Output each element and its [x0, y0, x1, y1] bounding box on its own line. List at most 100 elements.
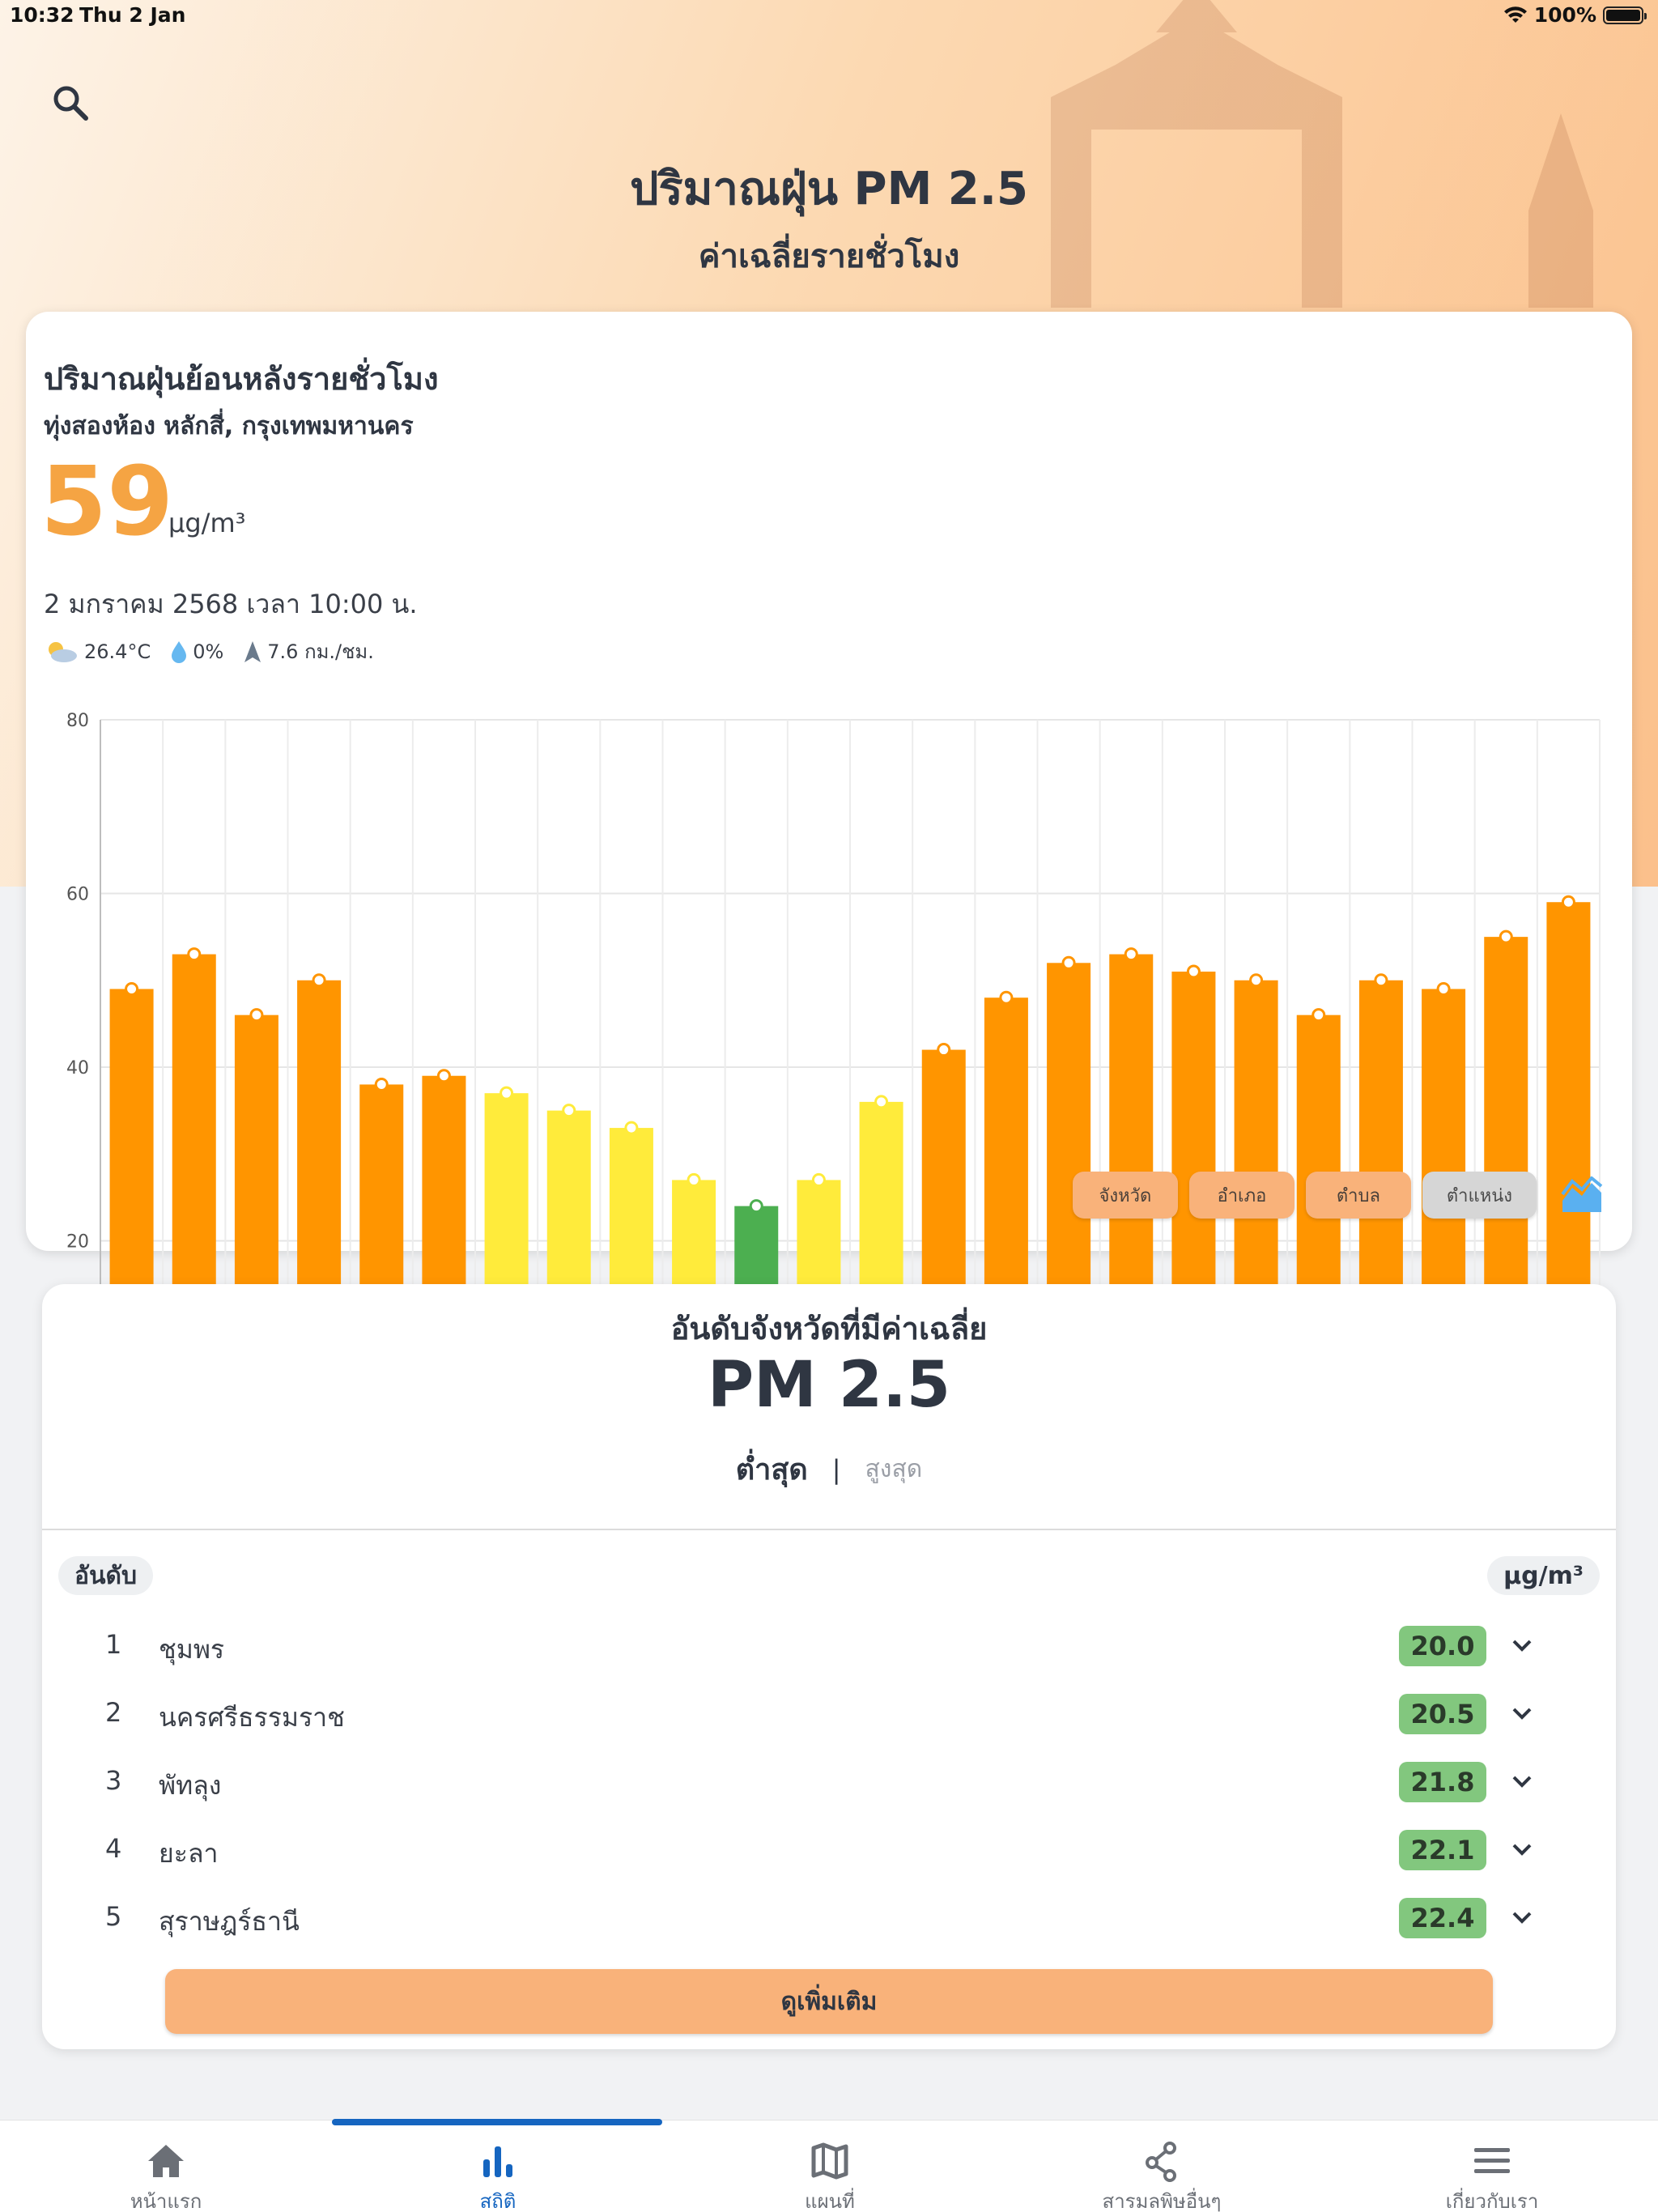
- temperature-value: 26.4°C: [84, 640, 151, 663]
- nav-statistics[interactable]: สถิติ: [332, 2121, 664, 2212]
- rank-column-header: อันดับ: [58, 1556, 154, 1595]
- battery-percent: 100%: [1533, 3, 1596, 27]
- chart-point: [187, 947, 202, 962]
- page-title: ปริมาณฝุ่น PM 2.5: [630, 163, 1028, 215]
- chart-point: [312, 973, 326, 988]
- nav-map[interactable]: แผนที่: [664, 2121, 996, 2212]
- status-bar: 10:32 Thu 2 Jan 100%: [0, 0, 1658, 32]
- ranking-row[interactable]: 4 ยะลา 22.1: [42, 1817, 1616, 1885]
- map-icon: [811, 2142, 848, 2180]
- station-location: ทุ่งสองห้อง หลักสี่, กรุงเทพมหานคร: [44, 412, 414, 440]
- rank-number: 5: [105, 1901, 122, 1932]
- home-icon: [148, 2145, 184, 2177]
- pm-value-badge: 22.1: [1399, 1830, 1486, 1870]
- pm-value-badge: 20.5: [1399, 1694, 1486, 1734]
- ranking-pm-label: PM 2.5: [707, 1349, 951, 1422]
- ranking-row[interactable]: 2 นครศรีธรรมราช 20.5: [42, 1681, 1616, 1749]
- province-name: นครศรีธรรมราช: [159, 1702, 345, 1733]
- bar-chart-icon: [483, 2146, 512, 2177]
- chart-point: [125, 981, 139, 996]
- ranking-row[interactable]: 1 ชุมพร 20.0: [42, 1613, 1616, 1681]
- chevron-down-icon[interactable]: [1506, 1697, 1538, 1729]
- ranking-tabs: ต่ำสุด | สูงสุด: [42, 1446, 1616, 1492]
- chevron-down-icon[interactable]: [1506, 1901, 1538, 1933]
- search-icon: [53, 86, 88, 121]
- rank-number: 1: [105, 1629, 122, 1660]
- filter-district-button[interactable]: อำเภอ: [1188, 1172, 1295, 1219]
- chart-point: [624, 1121, 639, 1135]
- chart-point: [999, 990, 1014, 1005]
- y-tick-label: 40: [66, 1058, 89, 1078]
- chart-point: [436, 1069, 451, 1083]
- unit-column-header: µg/m³: [1487, 1556, 1600, 1595]
- chart-point: [1436, 981, 1451, 996]
- chart-point: [874, 1095, 889, 1109]
- nav-home[interactable]: หน้าแรก: [0, 2121, 332, 2212]
- nav-home-label: หน้าแรก: [130, 2190, 202, 2212]
- province-name: สุราษฎร์ธานี: [159, 1906, 300, 1937]
- wifi-icon: [1503, 6, 1527, 23]
- nav-about[interactable]: เกี่ยวกับเรา: [1326, 2121, 1658, 2212]
- rank-number: 2: [105, 1697, 122, 1728]
- tab-highest[interactable]: สูงสุด: [865, 1450, 922, 1488]
- chevron-down-icon[interactable]: [1506, 1765, 1538, 1797]
- chart-point: [249, 1008, 264, 1023]
- ranking-title: อันดับจังหวัดที่มีค่าเฉลี่ย: [670, 1311, 988, 1346]
- chart-point: [1186, 964, 1201, 979]
- wind-value: 7.6 กม./ชม.: [267, 640, 374, 663]
- bottom-navigation: หน้าแรก สถิติ แผนที่ สารมลพิษอื่นๆ เกี่ย…: [0, 2120, 1658, 2212]
- filter-location-button[interactable]: ตำแหน่ง: [1422, 1172, 1537, 1219]
- current-pm-unit: µg/m³: [168, 508, 246, 538]
- chevron-down-icon[interactable]: [1506, 1629, 1538, 1661]
- tab-lowest[interactable]: ต่ำสุด: [736, 1446, 808, 1492]
- current-pm-value: 59: [40, 445, 174, 557]
- humidity-item: 0%: [170, 640, 223, 664]
- temperature-item: 26.4°C: [44, 640, 151, 664]
- pm-value-badge: 22.4: [1399, 1898, 1486, 1938]
- chart-point: [1061, 955, 1076, 970]
- tab-separator: |: [831, 1453, 841, 1485]
- filter-province-button[interactable]: จังหวัด: [1072, 1172, 1178, 1219]
- province-name: ชุมพร: [159, 1634, 225, 1665]
- search-button[interactable]: [49, 81, 94, 126]
- status-time: 10:32: [10, 3, 74, 27]
- chart-point: [687, 1172, 701, 1187]
- ranking-divider: [42, 1529, 1616, 1530]
- partly-cloudy-icon: [49, 641, 77, 662]
- chart-point: [374, 1077, 389, 1091]
- filter-subdistrict-button[interactable]: ตำบล: [1305, 1172, 1411, 1219]
- nav-other-pollutants[interactable]: สารมลพิษอื่นๆ: [996, 2121, 1328, 2212]
- province-ranking-card: อันดับจังหวัดที่มีค่าเฉลี่ย PM 2.5 ต่ำสุ…: [42, 1284, 1616, 2049]
- see-more-button[interactable]: ดูเพิ่มเติม: [165, 1969, 1493, 2034]
- status-right: 100%: [1503, 3, 1647, 27]
- area-chart-icon: [1561, 1176, 1603, 1212]
- status-date: Thu 2 Jan: [79, 3, 186, 27]
- share-icon: [1146, 2142, 1176, 2182]
- chart-point: [562, 1104, 576, 1118]
- battery-icon: [1603, 6, 1647, 24]
- ranking-row[interactable]: 5 สุราษฎร์ธานี 22.4: [42, 1885, 1616, 1953]
- chart-point: [1561, 895, 1575, 909]
- chart-card-title: ปริมาณฝุ่นย้อนหลังรายชั่วโมง: [44, 361, 439, 397]
- chart-point: [1499, 929, 1513, 944]
- chart-point: [500, 1086, 514, 1100]
- y-tick-label: 80: [66, 711, 89, 731]
- ranking-row[interactable]: 3 พัทลุง 21.8: [42, 1749, 1616, 1817]
- chevron-down-icon[interactable]: [1506, 1833, 1538, 1865]
- weather-row: 26.4°C 0% 7.6 กม./ชม.: [44, 636, 382, 667]
- chart-point: [1124, 947, 1138, 962]
- wind-item: 7.6 กม./ชม.: [243, 636, 374, 667]
- pm-value-badge: 21.8: [1399, 1762, 1486, 1802]
- raindrop-icon: [172, 640, 187, 663]
- hourly-chart-card: ปริมาณฝุ่นย้อนหลังรายชั่วโมง ทุ่งสองห้อง…: [26, 312, 1632, 1452]
- rank-number: 4: [105, 1833, 122, 1864]
- chart-point: [749, 1199, 763, 1214]
- chart-point: [937, 1043, 951, 1057]
- y-tick-label: 20: [66, 1232, 89, 1253]
- chart-type-toggle[interactable]: [1558, 1172, 1606, 1219]
- menu-icon: [1474, 2148, 1510, 2173]
- nav-other-pollutants-label: สารมลพิษอื่นๆ: [1102, 2190, 1222, 2212]
- chart-point: [1312, 1008, 1326, 1023]
- chart-point: [1374, 973, 1388, 988]
- measurement-datetime: 2 มกราคม 2568 เวลา 10:00 น.: [44, 589, 418, 619]
